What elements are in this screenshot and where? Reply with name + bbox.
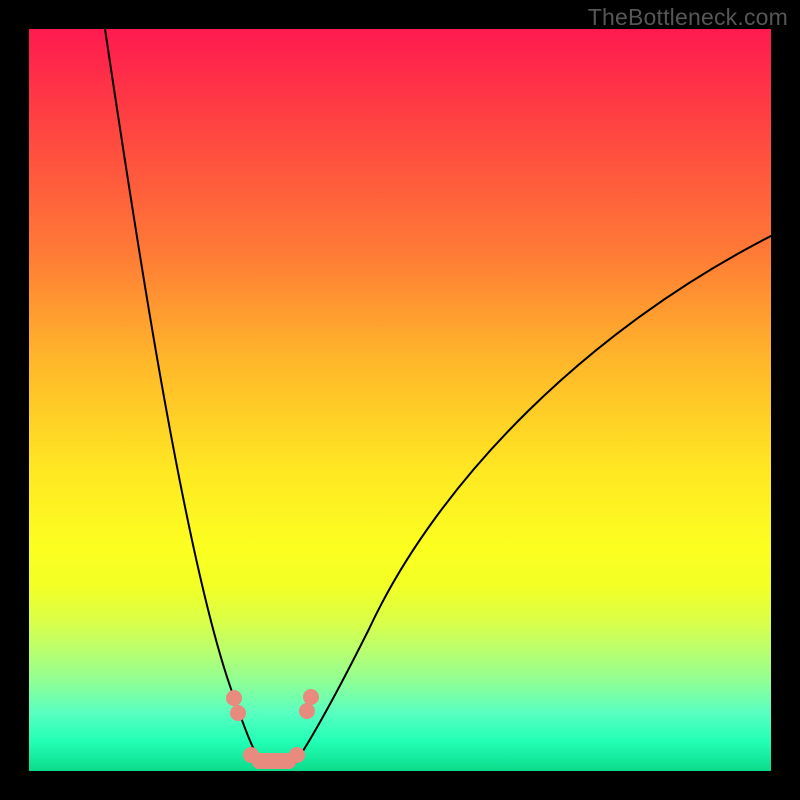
curve-group [105, 29, 771, 763]
right-curve [295, 236, 771, 763]
watermark-text: TheBottleneck.com [588, 4, 788, 31]
marker-dot [243, 747, 259, 763]
marker-dot [289, 747, 305, 763]
left-curve [105, 29, 261, 763]
chart-svg [29, 29, 771, 771]
chart-plot-area [29, 29, 771, 771]
marker-dot [303, 689, 319, 705]
marker-dot [230, 705, 246, 721]
marker-dot [299, 703, 315, 719]
marker-group [226, 689, 319, 769]
marker-dot [226, 690, 242, 706]
